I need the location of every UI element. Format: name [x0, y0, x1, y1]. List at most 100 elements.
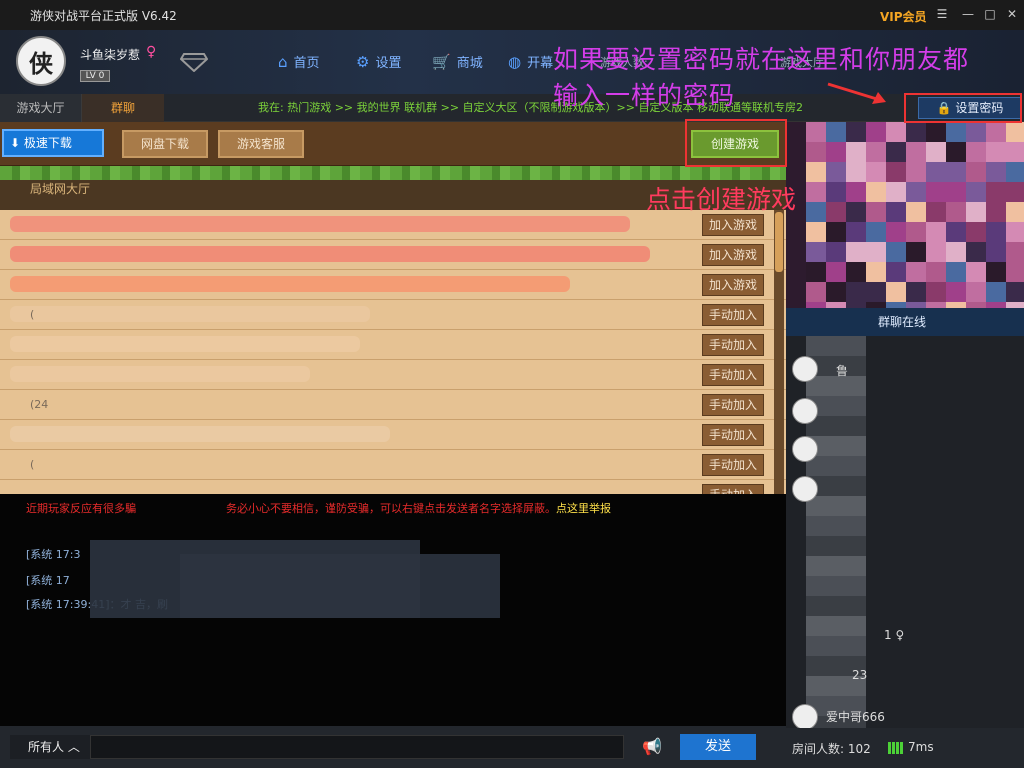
avatar[interactable] — [792, 704, 818, 728]
room-code: ( — [30, 458, 35, 471]
tab-group-chat[interactable]: 群聊 — [82, 94, 164, 122]
table-row[interactable]: 手动加入 — [0, 420, 786, 450]
mosaic-pixel — [866, 182, 886, 202]
manual-join-button[interactable]: 手动加入 — [702, 334, 764, 356]
mosaic-pixel — [946, 262, 966, 282]
maximize-icon[interactable]: □ — [982, 6, 998, 22]
gear-icon: ⚙ — [356, 52, 370, 71]
scrollbar-thumb[interactable] — [775, 212, 783, 272]
manual-join-button[interactable]: 手动加入 — [702, 304, 764, 326]
pan-download-button[interactable]: 网盘下载 — [122, 130, 208, 158]
mosaic-pixel — [846, 222, 866, 242]
room-code: ( — [30, 308, 35, 321]
mosaic-pixel — [826, 162, 846, 182]
fast-download-button[interactable]: ⬇ 极速下载 — [2, 129, 104, 157]
mosaic-pixel — [886, 162, 906, 182]
diamond-icon[interactable] — [180, 52, 208, 72]
room-list: 加入游戏 加入游戏 加入游戏 ( 手动加入 手动加入 手动加入 (24 手动加入… — [0, 210, 786, 494]
user-name[interactable]: 鲁 — [836, 362, 848, 379]
signal-icon — [888, 742, 903, 754]
table-row[interactable]: 加入游戏 — [0, 270, 786, 300]
mosaic-pixel — [906, 182, 926, 202]
table-row[interactable]: 手动加入 — [0, 330, 786, 360]
highlight-set-password — [904, 93, 1022, 123]
mosaic-pixel — [826, 122, 846, 142]
mosaic-pixel — [826, 182, 846, 202]
close-icon[interactable]: ✕ — [1004, 6, 1020, 22]
mosaic-pixel — [986, 162, 1006, 182]
manual-join-button[interactable]: 手动加入 — [702, 394, 764, 416]
avatar[interactable] — [792, 476, 818, 502]
nav-shop[interactable]: 🛒 商城 — [432, 52, 483, 72]
nav-settings[interactable]: ⚙ 设置 — [356, 52, 401, 72]
mosaic-pixel — [966, 242, 986, 262]
table-row[interactable]: ( 手动加入 — [0, 450, 786, 480]
mosaic-pixel — [846, 162, 866, 182]
table-row[interactable]: ( 手动加入 — [0, 300, 786, 330]
mosaic-pixel — [1006, 122, 1024, 142]
mosaic-pixel — [926, 182, 946, 202]
service-button[interactable]: 游戏客服 — [218, 130, 304, 158]
mosaic-pixel — [846, 282, 866, 302]
chat-input[interactable] — [90, 735, 624, 759]
manual-join-button[interactable]: 手动加入 — [702, 454, 764, 476]
mosaic-pixel — [966, 222, 986, 242]
chat-message: [系统 17:3 — [26, 548, 81, 561]
user-name[interactable]: 爱中哥666 — [826, 708, 885, 725]
join-game-button[interactable]: 加入游戏 — [702, 274, 764, 296]
table-row[interactable]: (24 手动加入 — [0, 390, 786, 420]
user-name[interactable]: 23 — [852, 668, 867, 682]
mosaic-pixel — [866, 142, 886, 162]
minimize-icon[interactable]: — — [960, 6, 976, 22]
room-code: (24 — [30, 398, 49, 411]
avatar[interactable] — [792, 356, 818, 382]
annotation-password-line2: 输入一样的密码 — [553, 81, 736, 110]
title-bar: 游侠对战平台正式版 V6.42 VIP会员 ☰ — □ ✕ — [0, 0, 1024, 30]
mosaic-pixel — [866, 162, 886, 182]
table-row[interactable]: 加入游戏 — [0, 240, 786, 270]
send-button[interactable]: 发送 — [680, 734, 756, 760]
tab-lobby[interactable]: 游戏大厅 — [0, 94, 82, 122]
join-game-button[interactable]: 加入游戏 — [702, 244, 764, 266]
mosaic-pixel — [826, 202, 846, 222]
nav-home-label: 首页 — [293, 56, 320, 71]
menu-icon[interactable]: ☰ — [934, 6, 950, 22]
redacted-room-info — [10, 276, 570, 292]
avatar[interactable]: 侠 — [16, 36, 66, 86]
mosaic-pixel — [886, 202, 906, 222]
avatar[interactable] — [792, 436, 818, 462]
speaker-icon[interactable]: 📢 — [642, 737, 662, 756]
mosaic-pixel — [926, 242, 946, 262]
join-game-button[interactable]: 加入游戏 — [702, 214, 764, 236]
manual-join-button[interactable]: 手动加入 — [702, 364, 764, 386]
mosaic-pixel — [866, 242, 886, 262]
recipient-select[interactable]: 所有人 ︿ — [10, 735, 90, 759]
manual-join-button[interactable]: 手动加入 — [702, 424, 764, 446]
manual-join-button[interactable]: 手动加入 — [702, 484, 764, 494]
online-users-header: 群聊在线 — [786, 308, 1024, 336]
mosaic-pixel — [946, 122, 966, 142]
lan-hall-label: 局域网大厅 — [30, 182, 91, 196]
room-list-scrollbar[interactable] — [774, 210, 784, 494]
vip-button[interactable]: VIP会员 — [880, 8, 927, 25]
mosaic-pixel — [946, 222, 966, 242]
recipient-label: 所有人 — [28, 740, 65, 754]
mosaic-pixel — [846, 142, 866, 162]
avatar[interactable] — [792, 398, 818, 424]
mosaic-pixel — [1006, 202, 1024, 222]
globe-icon: ◍ — [508, 52, 522, 71]
mosaic-pixel — [866, 202, 886, 222]
mosaic-pixel — [966, 162, 986, 182]
mosaic-pixel — [886, 262, 906, 282]
report-link[interactable]: 点这里举报 — [556, 502, 611, 515]
nav-home[interactable]: ⌂ 首页 — [278, 52, 320, 72]
table-row[interactable]: 手动加入 — [0, 480, 786, 494]
mosaic-pixel — [946, 282, 966, 302]
mosaic-pixel — [926, 282, 946, 302]
mosaic-pixel — [806, 282, 826, 302]
user-name[interactable]: 1 ♀ — [884, 628, 904, 642]
nav-open[interactable]: ◍ 开幕 — [508, 52, 553, 72]
table-row[interactable]: 手动加入 — [0, 360, 786, 390]
mosaic-pixel — [946, 242, 966, 262]
mosaic-pixel — [966, 122, 986, 142]
